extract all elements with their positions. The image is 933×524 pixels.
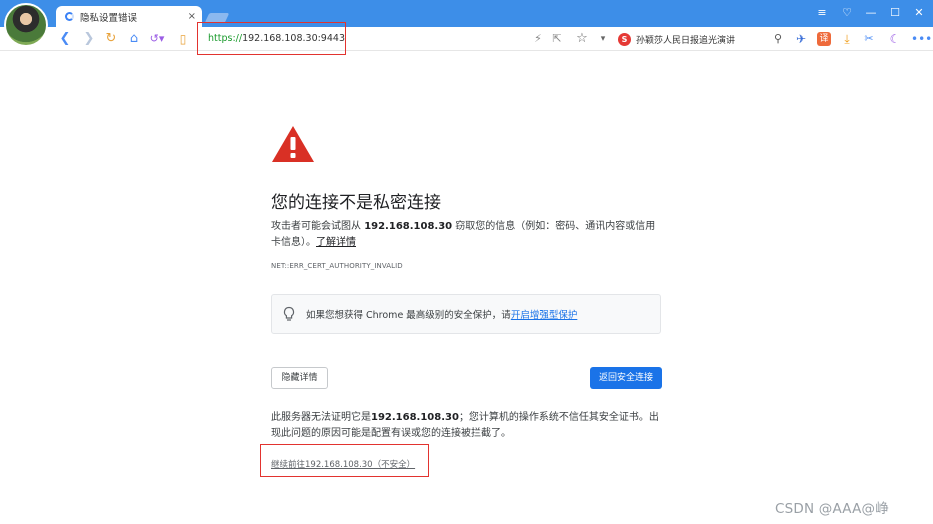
desc-text: 攻击者可能会试图从 — [271, 221, 365, 232]
share-icon[interactable]: ⇱ — [551, 31, 563, 47]
error-code: NET::ERR_CERT_AUTHORITY_INVALID — [271, 262, 403, 270]
bird-extension-icon[interactable]: ✈ — [794, 32, 808, 46]
promo-prefix: 如果您想获得 Chrome 最高级别的安全保护，请 — [306, 310, 511, 321]
proceed-highlight-box — [260, 444, 429, 477]
translate-extension-icon[interactable]: 译 — [817, 32, 831, 46]
hide-details-button[interactable]: 隐藏详情 — [271, 367, 328, 389]
tab-close-icon[interactable]: × — [188, 11, 196, 22]
bulb-icon — [283, 306, 295, 321]
search-icon[interactable]: ⚲ — [771, 31, 785, 47]
detail-prefix: 此服务器无法证明它是 — [271, 412, 371, 423]
download-icon[interactable]: ⤓ — [840, 32, 854, 46]
back-to-safety-button[interactable]: 返回安全连接 — [590, 367, 662, 389]
home-icon[interactable]: ⌂ — [127, 31, 141, 47]
forward-icon[interactable]: ❯ — [82, 31, 96, 47]
search-engine-icon: S — [618, 32, 631, 46]
maximize-button[interactable]: ☐ — [886, 5, 904, 21]
screenshot-icon[interactable]: ✂ — [862, 32, 876, 46]
back-icon[interactable]: ❮ — [58, 31, 72, 47]
search-suggestion[interactable]: S 孙颖莎人民日报追光演讲 — [618, 31, 735, 47]
star-icon[interactable]: ☆ — [575, 31, 589, 47]
close-window-button[interactable]: ✕ — [910, 5, 928, 21]
enhanced-protection-link[interactable]: 开启增强型保护 — [511, 310, 578, 321]
url-highlight-box — [197, 22, 346, 55]
loading-favicon-icon — [65, 12, 74, 21]
enhanced-protection-promo: 如果您想获得 Chrome 最高级别的安全保护，请开启增强型保护 — [271, 294, 661, 334]
page-title: 您的连接不是私密连接 — [271, 193, 441, 213]
learn-more-link[interactable]: 了解详情 — [316, 237, 356, 248]
night-mode-icon[interactable]: ☾ — [888, 32, 902, 46]
details-text: 此服务器无法证明它是192.168.108.30；您计算机的操作系统不信任其安全… — [271, 410, 663, 442]
promo-text: 如果您想获得 Chrome 最高级别的安全保护，请开启增强型保护 — [306, 307, 577, 321]
user-avatar[interactable] — [4, 3, 48, 47]
more-icon[interactable]: ••• — [911, 32, 932, 46]
history-icon[interactable]: ↺▾ — [148, 31, 166, 47]
desc-host: 192.168.108.30 — [364, 221, 453, 232]
tab-privacy-error[interactable]: 隐私设置错误 × — [56, 6, 202, 27]
toolbar: ❮ ❯ ↻ ⌂ ↺▾ ▯ https://192.168.108.30:9443… — [0, 27, 933, 51]
warning-description: 攻击者可能会试图从 192.168.108.30 窃取您的信息（例如：密码、通讯… — [271, 219, 661, 251]
tab-title: 隐私设置错误 — [80, 12, 138, 24]
bolt-icon[interactable]: ⚡ — [532, 31, 544, 47]
reader-icon[interactable]: ▯ — [176, 31, 190, 47]
dropdown-icon[interactable]: ▾ — [598, 31, 608, 47]
search-text: 孙颖莎人民日报追光演讲 — [636, 35, 736, 46]
title-bar: 隐私设置错误 × ≡ ♡ — ☐ ✕ — [0, 0, 933, 27]
menu-icon[interactable]: ≡ — [813, 5, 831, 21]
watermark: CSDN @AAA@峥 — [775, 501, 889, 517]
detail-host: 192.168.108.30 — [371, 412, 459, 423]
minimize-button[interactable]: — — [862, 5, 880, 21]
skin-icon[interactable]: ♡ — [838, 5, 856, 21]
reload-icon[interactable]: ↻ — [104, 31, 118, 47]
warning-icon — [272, 126, 314, 162]
